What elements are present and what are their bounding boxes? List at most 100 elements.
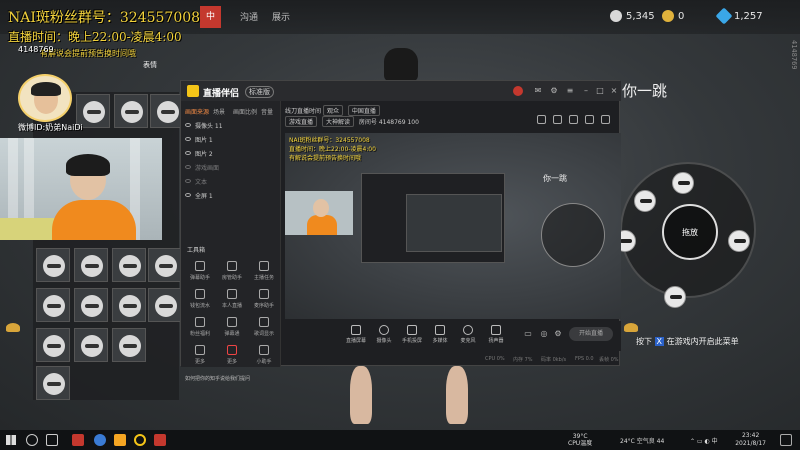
game-tab-show[interactable]: 展示 [272, 10, 290, 23]
phone-icon [407, 325, 417, 335]
info-chip[interactable]: 观众 [322, 105, 343, 116]
emote-cell[interactable] [36, 366, 70, 400]
notification-icon[interactable] [780, 434, 792, 446]
speaker-button[interactable]: 扬声器 [483, 325, 509, 344]
tool-room-admin[interactable]: 房管助手 [217, 261, 247, 289]
settings-icon[interactable]: ⚙ [549, 86, 559, 96]
tool-wallet[interactable]: 钱包流水 [185, 289, 215, 317]
record-video-icon[interactable]: ▭ [523, 329, 533, 339]
source-item[interactable]: 全屏 1 [185, 189, 213, 201]
gift-icon[interactable] [537, 115, 546, 124]
emote-cell[interactable] [112, 248, 146, 282]
visibility-icon[interactable] [185, 165, 191, 169]
game-tab-main[interactable]: 中 [200, 6, 222, 28]
tab-sources[interactable]: 画面来源 [185, 107, 209, 116]
stream-preview[interactable]: NAI斑粉丝群号：324557008 直播时间：晚上22:00-凌晨4:00 有… [285, 133, 621, 319]
emote-cell[interactable] [148, 248, 182, 282]
wheel-emote[interactable] [634, 190, 656, 212]
visibility-icon[interactable] [185, 137, 191, 141]
game-tab-communicate[interactable]: 沟通 [240, 10, 258, 23]
emote-cell[interactable] [74, 288, 108, 322]
tab-scene[interactable]: 场景 [213, 107, 225, 116]
app-icon-video[interactable] [154, 434, 166, 446]
phone-cast-button[interactable]: 手机投屏 [399, 325, 425, 344]
shield-icon[interactable] [569, 115, 578, 124]
source-item[interactable]: 图片 1 [185, 133, 213, 145]
wheel-emote[interactable] [728, 230, 750, 252]
source-name: 图片 1 [195, 136, 213, 144]
emote-cell[interactable] [150, 94, 184, 128]
clock[interactable]: 23:42 2021/8/17 [735, 432, 766, 448]
gear-icon[interactable]: ⚙ [553, 329, 563, 339]
emote-cell[interactable] [36, 328, 70, 362]
area-chip[interactable]: 大神解读 [321, 116, 354, 127]
wheel-emote[interactable] [664, 286, 686, 308]
emote-cell[interactable] [112, 288, 146, 322]
source-item[interactable]: 文本 [185, 175, 207, 187]
source-item[interactable]: 摄像头 11 [185, 119, 223, 131]
visibility-icon[interactable] [185, 123, 191, 127]
visibility-icon[interactable] [185, 179, 191, 183]
camera-button[interactable]: 摄像头 [371, 325, 397, 344]
search-icon[interactable] [26, 434, 38, 446]
wheel-emote[interactable] [672, 172, 694, 194]
tool-more[interactable]: 更多 [185, 345, 215, 373]
tab-ratio[interactable]: 画面比例 [233, 107, 257, 116]
bell-icon[interactable] [585, 115, 594, 124]
app-icon-companion[interactable] [114, 434, 126, 446]
category-chip[interactable]: 游戏直播 [285, 116, 318, 127]
emote-cell[interactable] [112, 328, 146, 362]
preview-overlay-text: 有解说会提前预告换时间哦 [289, 155, 362, 162]
tray-icons[interactable]: ⌃ ▭ ◐ 中 [690, 436, 718, 445]
info-chip[interactable]: 中国直播 [347, 105, 380, 116]
lock-icon[interactable] [553, 115, 562, 124]
tool-lyrics[interactable]: 歌词显示 [249, 317, 279, 345]
message-icon[interactable]: ✉ [533, 86, 543, 96]
tool-fan-benefit[interactable]: 粉丝福利 [185, 317, 215, 345]
helper-icon [259, 345, 269, 355]
close-icon[interactable]: × [609, 86, 619, 96]
stream-title[interactable]: 线刀直播时间 [285, 108, 321, 115]
emote-cell[interactable] [74, 248, 108, 282]
emote-cell[interactable] [36, 248, 70, 282]
source-item[interactable]: 图片 2 [185, 147, 213, 159]
media-button[interactable]: 多媒体 [427, 325, 453, 344]
app-titlebar: 直播伴侣 标准版 ✉ ⚙ ≡ – □ × [181, 81, 621, 101]
overlay-streamer-id: 4148769 [18, 45, 54, 54]
share-icon[interactable] [601, 115, 610, 124]
app-icon-live[interactable] [72, 434, 84, 446]
status-item: CPU 0% [485, 356, 505, 362]
screen-capture-button[interactable]: 直播屏幕 [343, 325, 369, 344]
tab-volume[interactable]: 音量 [261, 107, 273, 116]
menu-icon[interactable]: ≡ [565, 86, 575, 96]
maximize-icon[interactable]: □ [595, 86, 605, 96]
character-head [384, 48, 418, 82]
tool-mic-queue[interactable]: 麦序助手 [249, 289, 279, 317]
windows-start-icon[interactable] [6, 435, 16, 445]
record-icon[interactable] [513, 86, 523, 96]
visibility-icon[interactable] [185, 151, 191, 155]
tool-danmaku[interactable]: 弹幕助手 [185, 261, 215, 289]
start-live-button[interactable]: 开始直播 [569, 327, 613, 341]
sidebar-notice[interactable]: 如何把你的知乎说给我们提问 [185, 375, 250, 382]
tool-self-live[interactable]: 本人直播 [217, 289, 247, 317]
loop-icon[interactable]: ◎ [539, 329, 549, 339]
tool-tasks[interactable]: 主播任务 [249, 261, 279, 289]
visibility-icon[interactable] [185, 193, 191, 197]
app-icon-circle[interactable] [134, 434, 146, 446]
mic-button[interactable]: 麦克风 [455, 325, 481, 344]
app-icon-browser[interactable] [94, 434, 106, 446]
tool-helper[interactable]: 小助手 [249, 345, 279, 373]
task-view-icon[interactable] [46, 434, 58, 446]
tool-more-new[interactable]: 更多 [217, 345, 247, 373]
wheel-center[interactable]: 拖放 [662, 204, 718, 260]
emote-cell[interactable] [74, 328, 108, 362]
emote-cell[interactable] [148, 288, 182, 322]
minimize-icon[interactable]: – [581, 86, 591, 96]
app-version-badge[interactable]: 标准版 [245, 86, 274, 98]
tool-danmaku-pass[interactable]: 弹幕通 [217, 317, 247, 345]
weather[interactable]: 24°C 空气良 44 [620, 436, 664, 445]
emote-cell[interactable] [114, 94, 148, 128]
emote-cell[interactable] [36, 288, 70, 322]
source-item[interactable]: 游戏画面 [185, 161, 219, 173]
